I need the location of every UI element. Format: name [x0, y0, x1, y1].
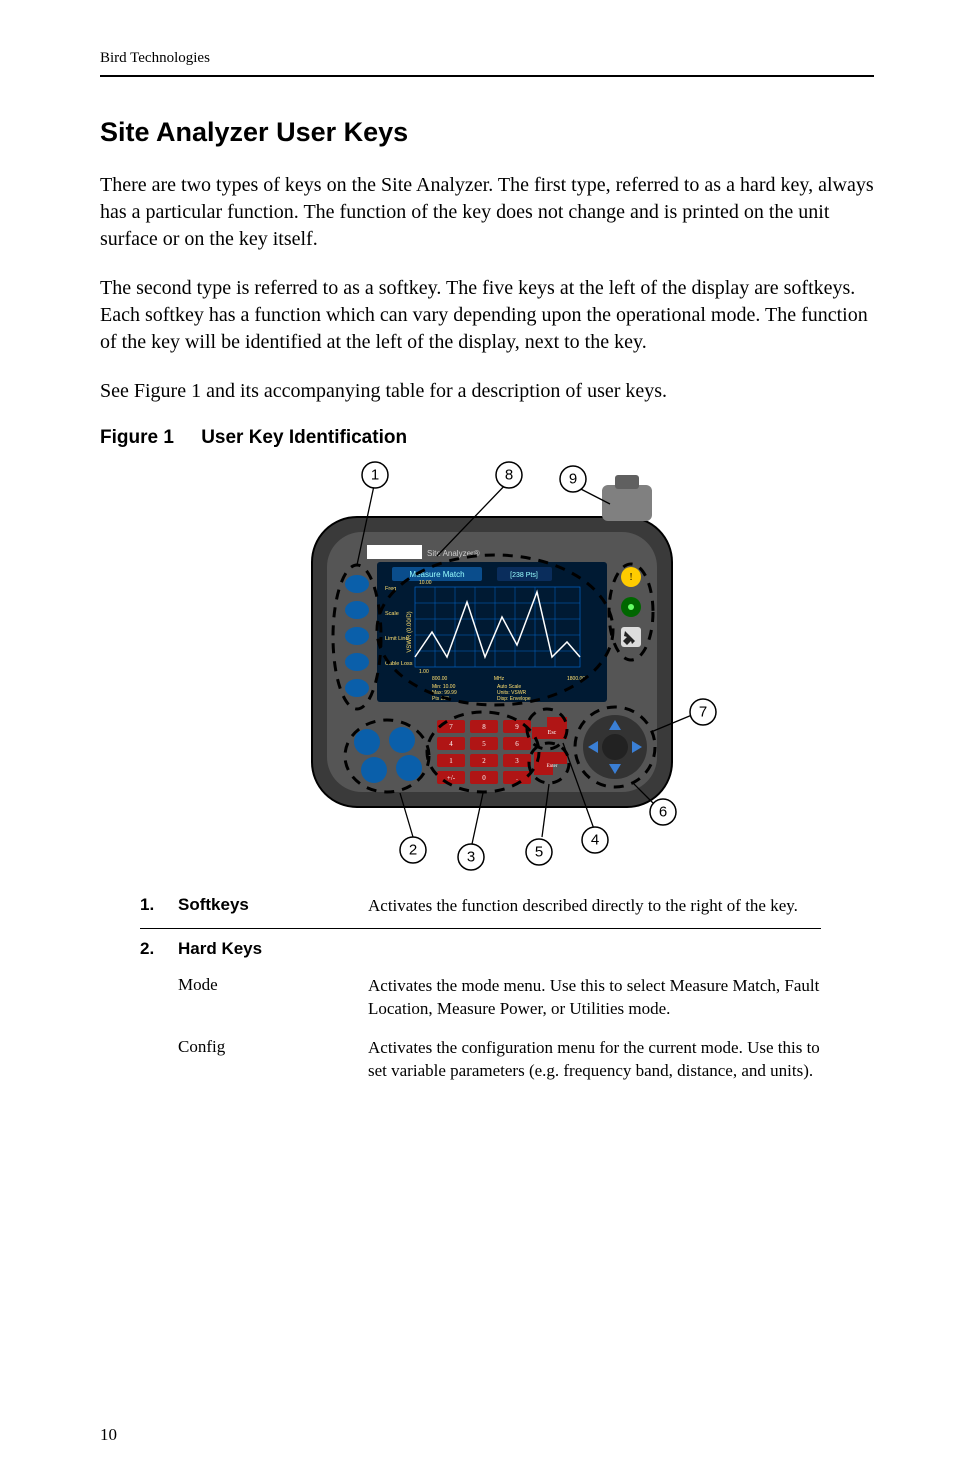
svg-text:Esc: Esc	[548, 730, 557, 736]
svg-text:6: 6	[515, 740, 519, 748]
row-num: 1.	[140, 895, 178, 918]
svg-text:1: 1	[371, 467, 379, 484]
svg-text:+/-: +/-	[447, 774, 456, 782]
svg-text:8: 8	[505, 467, 513, 484]
paragraph-1: There are two types of keys on the Site …	[100, 172, 874, 253]
svg-text:2: 2	[409, 842, 417, 859]
row-desc: Activates the function described directl…	[368, 895, 821, 918]
row-sublabel: Mode	[178, 975, 368, 1021]
svg-text:[238 Pts]: [238 Pts]	[510, 572, 538, 579]
svg-text:7: 7	[449, 723, 453, 731]
figure-title: User Key Identification	[201, 427, 407, 448]
figure-caption: Figure 1 User Key Identification	[100, 427, 874, 449]
figure-number: Figure 1	[100, 427, 174, 448]
svg-text:.: .	[516, 774, 518, 782]
svg-text:8: 8	[482, 723, 486, 731]
row-label: Softkeys	[178, 895, 368, 918]
svg-text:1.00: 1.00	[419, 669, 429, 675]
svg-text:2: 2	[482, 757, 486, 765]
running-header: Bird Technologies	[100, 50, 874, 77]
svg-text:Enter: Enter	[547, 764, 558, 769]
paragraph-3: See Figure 1 and its accompanying table …	[100, 378, 874, 405]
svg-text:5: 5	[482, 740, 486, 748]
svg-text:5: 5	[535, 844, 543, 861]
svg-text:3: 3	[515, 757, 519, 765]
table-row: Config Activates the configuration menu …	[140, 1029, 821, 1091]
paragraph-2: The second type is referred to as a soft…	[100, 275, 874, 356]
svg-text:Disp: Envelope: Disp: Envelope	[497, 696, 531, 702]
svg-text:3: 3	[467, 849, 475, 866]
svg-text:!: !	[629, 572, 632, 583]
svg-text:4: 4	[591, 832, 599, 849]
svg-text:4: 4	[449, 740, 453, 748]
key-table: 1. Softkeys Activates the function descr…	[140, 887, 821, 1091]
figure-illustration: Site Analyzer® Measure Match [238 Pts] V…	[100, 457, 874, 877]
table-row: 1. Softkeys Activates the function descr…	[140, 887, 821, 926]
device-svg: Site Analyzer® Measure Match [238 Pts] V…	[237, 457, 737, 877]
row-sublabel: Config	[178, 1037, 368, 1083]
divider	[140, 928, 821, 929]
svg-text:800.00: 800.00	[432, 676, 448, 682]
row-num	[140, 975, 178, 1021]
row-desc: Activates the configuration menu for the…	[368, 1037, 821, 1083]
row-desc: Activates the mode menu. Use this to sel…	[368, 975, 821, 1021]
row-desc	[368, 939, 821, 959]
svg-text:Scale: Scale	[385, 611, 399, 617]
row-num: 2.	[140, 939, 178, 959]
svg-text:6: 6	[659, 804, 667, 821]
row-num	[140, 1037, 178, 1083]
svg-text:VSWR (0.00/D): VSWR (0.00/D)	[407, 611, 413, 652]
svg-text:10.00: 10.00	[419, 580, 432, 586]
svg-text:MHz: MHz	[494, 676, 505, 682]
page-number: 10	[100, 1425, 117, 1445]
svg-text:Limit Line: Limit Line	[385, 636, 409, 642]
svg-text:1: 1	[449, 757, 453, 765]
row-label: Hard Keys	[178, 939, 368, 959]
table-row: Mode Activates the mode menu. Use this t…	[140, 967, 821, 1029]
table-row: 2. Hard Keys	[140, 931, 821, 967]
svg-text:7: 7	[699, 704, 707, 721]
svg-text:0: 0	[482, 774, 486, 782]
svg-text:9: 9	[515, 723, 519, 731]
svg-text:9: 9	[569, 471, 577, 488]
section-heading: Site Analyzer User Keys	[100, 117, 874, 148]
